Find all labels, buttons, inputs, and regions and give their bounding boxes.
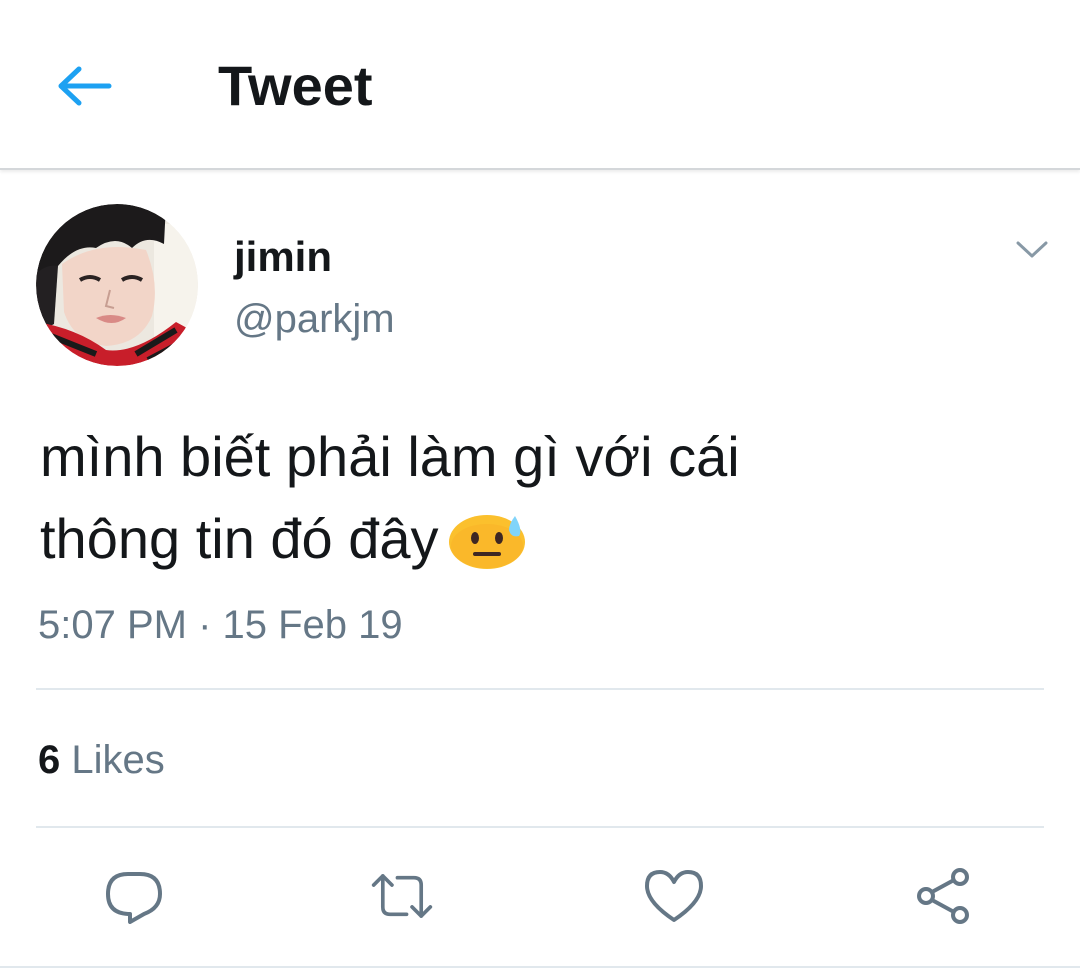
avatar[interactable] bbox=[36, 204, 198, 366]
tweet-text-line: mình biết phải làm gì với cái bbox=[40, 425, 740, 488]
page-title: Tweet bbox=[218, 54, 373, 117]
tweet-text: mình biết phải làm gì với cái thông tin … bbox=[40, 416, 1040, 592]
chevron-down-icon bbox=[1016, 241, 1048, 258]
reply-button[interactable] bbox=[102, 864, 166, 928]
profile-photo bbox=[36, 204, 198, 366]
top-app-bar: Tweet bbox=[0, 0, 1080, 170]
like-button[interactable] bbox=[642, 864, 706, 928]
divider bbox=[36, 826, 1044, 828]
divider bbox=[36, 688, 1044, 690]
likes-count-link[interactable]: 6 Likes bbox=[38, 736, 165, 784]
neutral-face-with-sweat-icon bbox=[447, 508, 527, 592]
retweet-button[interactable] bbox=[370, 864, 434, 928]
tweet-options-button[interactable] bbox=[1008, 228, 1056, 272]
tweet-text-segment: thông tin đó đây bbox=[40, 507, 439, 570]
likes-label: Likes bbox=[71, 738, 165, 782]
divider bbox=[0, 966, 1080, 968]
share-icon bbox=[917, 868, 969, 924]
heart-icon bbox=[645, 870, 703, 922]
retweet-icon bbox=[371, 874, 433, 918]
likes-count: 6 bbox=[38, 738, 61, 782]
tweet-timestamp: 5:07 PM · 15 Feb 19 bbox=[38, 603, 403, 647]
share-button[interactable] bbox=[912, 864, 976, 928]
back-button[interactable] bbox=[52, 58, 118, 114]
tweet-text-line: thông tin đó đây bbox=[40, 498, 1040, 592]
arrow-left-icon bbox=[58, 66, 112, 106]
author-display-name[interactable]: jimin bbox=[234, 232, 332, 282]
reply-icon bbox=[106, 872, 162, 924]
author-handle[interactable]: @parkjm bbox=[234, 294, 395, 344]
